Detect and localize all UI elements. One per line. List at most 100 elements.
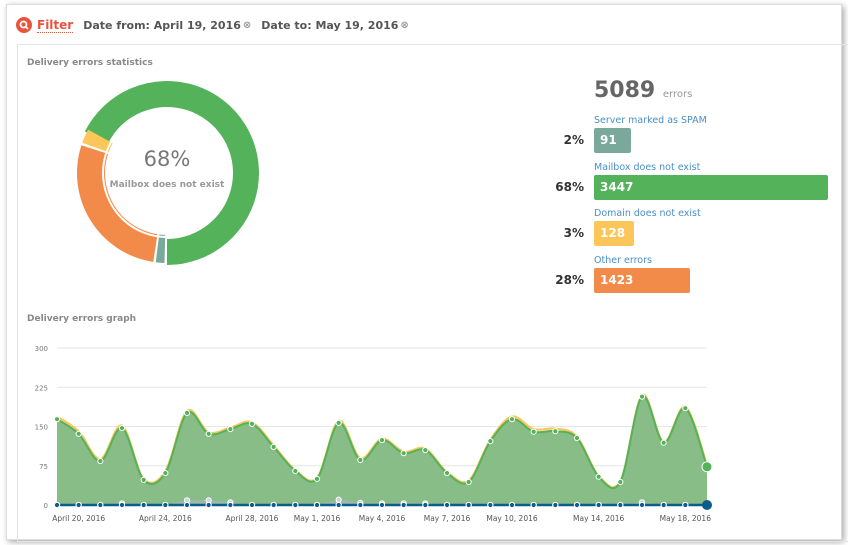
point-other[interactable] bbox=[443, 501, 451, 509]
total-errors: 5089 errors bbox=[594, 78, 693, 103]
point-other[interactable] bbox=[313, 501, 321, 509]
legend-label: Domain does not exist bbox=[594, 208, 701, 219]
legend-label: Other errors bbox=[594, 255, 652, 266]
donut-center-pct: 68% bbox=[144, 147, 191, 171]
point-other[interactable] bbox=[270, 501, 277, 509]
point-other[interactable] bbox=[400, 501, 407, 509]
search-icon[interactable] bbox=[16, 17, 32, 33]
point-other[interactable] bbox=[292, 501, 299, 509]
errors-graph: 0 75 150 225 300 April 20, 2016 April 24, 2016… bbox=[35, 345, 713, 523]
point-other[interactable] bbox=[638, 501, 646, 509]
point-other[interactable] bbox=[118, 501, 126, 509]
point-mailbox[interactable] bbox=[140, 476, 147, 483]
y-tick-label: 150 bbox=[35, 424, 48, 432]
point-mailbox[interactable] bbox=[422, 446, 429, 454]
point-other[interactable] bbox=[617, 501, 624, 509]
point-other[interactable] bbox=[573, 501, 581, 509]
point-mailbox[interactable] bbox=[638, 393, 646, 400]
point-other[interactable] bbox=[162, 501, 169, 509]
point-other[interactable] bbox=[227, 501, 234, 509]
date-from: Date from: April 19, 2016 bbox=[83, 18, 241, 32]
area-mailbox bbox=[57, 396, 707, 505]
point-other[interactable] bbox=[702, 500, 712, 510]
point-mailbox[interactable] bbox=[465, 478, 472, 486]
legend-pct: 3% bbox=[563, 226, 584, 240]
legend-label: Server marked as SPAM bbox=[594, 115, 707, 126]
point-mailbox[interactable] bbox=[313, 475, 321, 482]
point-other[interactable] bbox=[335, 501, 342, 509]
clear-date-to-icon[interactable]: ⊗ bbox=[400, 20, 408, 31]
point-mailbox[interactable] bbox=[75, 430, 82, 437]
point-mailbox[interactable] bbox=[682, 405, 689, 412]
y-tick-label: 0 bbox=[44, 502, 48, 510]
point-other[interactable] bbox=[183, 501, 191, 509]
point-other[interactable] bbox=[205, 501, 212, 509]
point-other[interactable] bbox=[422, 501, 429, 509]
legend-pct: 68% bbox=[555, 180, 584, 194]
point-other[interactable] bbox=[508, 501, 516, 509]
point-mailbox[interactable] bbox=[248, 420, 256, 427]
point-mailbox[interactable] bbox=[335, 419, 342, 426]
point-mailbox[interactable] bbox=[701, 461, 713, 473]
y-tick-label: 300 bbox=[35, 345, 48, 353]
point-other[interactable] bbox=[487, 501, 494, 509]
point-other[interactable] bbox=[75, 501, 82, 509]
x-tick-label: May 10, 2016 bbox=[486, 514, 538, 523]
legend-bar[interactable]: 128 bbox=[594, 221, 634, 246]
point-mailbox[interactable] bbox=[53, 416, 61, 423]
point-other[interactable] bbox=[140, 501, 147, 509]
point-mailbox[interactable] bbox=[183, 409, 191, 416]
legend-pct: 28% bbox=[555, 273, 584, 287]
point-mailbox[interactable] bbox=[97, 457, 104, 465]
legend-label: Mailbox does not exist bbox=[594, 162, 701, 173]
point-mailbox[interactable] bbox=[227, 426, 234, 433]
x-tick-label: April 24, 2016 bbox=[139, 514, 192, 523]
x-tick-label: May 4, 2016 bbox=[359, 514, 406, 523]
x-tick-label: May 7, 2016 bbox=[424, 514, 471, 523]
point-other[interactable] bbox=[595, 501, 602, 509]
x-tick-label: May 1, 2016 bbox=[294, 514, 341, 523]
point-mailbox[interactable] bbox=[443, 469, 451, 477]
point-other[interactable] bbox=[357, 501, 364, 509]
point-mailbox[interactable] bbox=[162, 469, 169, 477]
point-other[interactable] bbox=[248, 501, 256, 509]
point-other[interactable] bbox=[378, 501, 386, 509]
point-mailbox[interactable] bbox=[378, 437, 386, 444]
y-tick-label: 75 bbox=[39, 463, 48, 471]
legend-bar[interactable]: 3447 bbox=[594, 175, 828, 200]
point-other[interactable] bbox=[465, 501, 472, 509]
clear-date-from-icon[interactable]: ⊗ bbox=[243, 20, 251, 31]
point-mailbox[interactable] bbox=[530, 428, 537, 435]
point-other[interactable] bbox=[660, 501, 667, 509]
stats-title: Delivery errors statistics bbox=[27, 58, 153, 68]
point-mailbox[interactable] bbox=[487, 438, 494, 445]
point-other[interactable] bbox=[53, 501, 61, 509]
x-tick-label: April 20, 2016 bbox=[52, 514, 105, 523]
point-mailbox[interactable] bbox=[357, 456, 364, 464]
point-mailbox[interactable] bbox=[595, 473, 602, 480]
point-other[interactable] bbox=[552, 501, 559, 509]
filter-link[interactable]: Filter bbox=[37, 18, 74, 33]
legend-bar[interactable]: 1423 bbox=[594, 268, 690, 293]
point-mailbox[interactable] bbox=[508, 416, 516, 423]
donut-inner-ring bbox=[102, 108, 232, 238]
point-mailbox[interactable] bbox=[292, 467, 299, 475]
point-mailbox[interactable] bbox=[573, 434, 581, 442]
point-mailbox[interactable] bbox=[552, 428, 559, 435]
point-other[interactable] bbox=[530, 501, 537, 509]
donut-slice[interactable] bbox=[155, 234, 166, 263]
point-spam[interactable] bbox=[335, 496, 342, 503]
x-tick-label: April 28, 2016 bbox=[226, 514, 279, 523]
point-mailbox[interactable] bbox=[205, 430, 212, 437]
point-mailbox[interactable] bbox=[118, 424, 126, 432]
point-mailbox[interactable] bbox=[400, 450, 407, 457]
legend-bar[interactable]: 91 bbox=[594, 128, 631, 153]
filter-bar: Filter Date from: April 19, 2016 ⊗ Date … bbox=[16, 17, 419, 33]
point-mailbox[interactable] bbox=[660, 439, 667, 446]
legend-pct: 2% bbox=[563, 133, 584, 147]
point-other[interactable] bbox=[682, 501, 689, 509]
point-mailbox[interactable] bbox=[617, 478, 624, 486]
point-mailbox[interactable] bbox=[270, 443, 277, 451]
point-other[interactable] bbox=[97, 501, 104, 509]
date-to: Date to: May 19, 2016 bbox=[261, 18, 399, 32]
